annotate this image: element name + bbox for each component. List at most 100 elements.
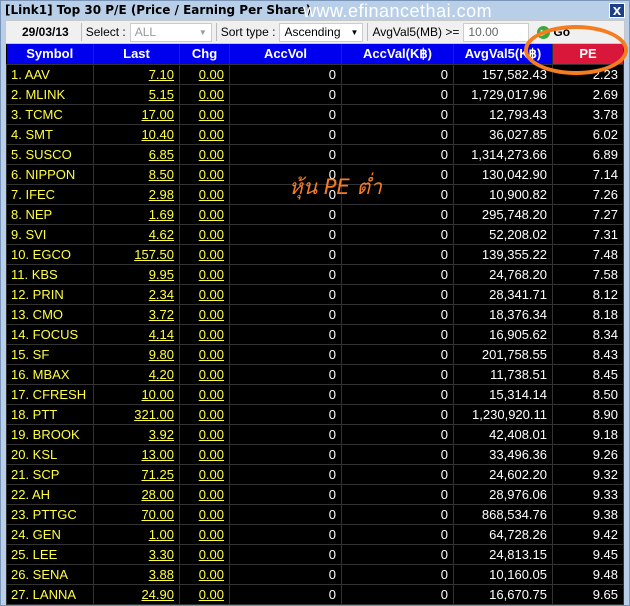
cell-chg[interactable]: 0.00 (179, 443, 230, 465)
table-row[interactable]: 11. KBS 9.95 0.00 0 0 24,768.20 7.58 (6, 263, 624, 285)
last-link[interactable]: 13.00 (141, 447, 174, 462)
last-link[interactable]: 71.25 (141, 467, 174, 482)
table-row[interactable]: 17. CFRESH 10.00 0.00 0 0 15,314.14 8.50 (6, 383, 624, 405)
cell-last[interactable]: 2.98 (93, 183, 180, 205)
cell-chg[interactable]: 0.00 (179, 363, 230, 385)
chg-link[interactable]: 0.00 (199, 547, 224, 562)
chg-link[interactable]: 0.00 (199, 507, 224, 522)
chg-link[interactable]: 0.00 (199, 147, 224, 162)
last-link[interactable]: 3.88 (149, 567, 174, 582)
cell-last[interactable]: 157.50 (93, 243, 180, 265)
last-link[interactable]: 10.00 (141, 387, 174, 402)
cell-last[interactable]: 4.20 (93, 363, 180, 385)
cell-chg[interactable]: 0.00 (179, 143, 230, 165)
cell-chg[interactable]: 0.00 (179, 123, 230, 145)
table-row[interactable]: 15. SF 9.80 0.00 0 0 201,758.55 8.43 (6, 343, 624, 365)
last-link[interactable]: 9.80 (149, 347, 174, 362)
cell-last[interactable]: 9.80 (93, 343, 180, 365)
last-link[interactable]: 5.15 (149, 87, 174, 102)
cell-chg[interactable]: 0.00 (179, 503, 230, 525)
chg-link[interactable]: 0.00 (199, 527, 224, 542)
last-link[interactable]: 321.00 (134, 407, 174, 422)
last-link[interactable]: 157.50 (134, 247, 174, 262)
chg-link[interactable]: 0.00 (199, 187, 224, 202)
table-row[interactable]: 2. MLINK 5.15 0.00 0 0 1,729,017.96 2.69 (6, 83, 624, 105)
chg-link[interactable]: 0.00 (199, 467, 224, 482)
cell-last[interactable]: 9.95 (93, 263, 180, 285)
cell-chg[interactable]: 0.00 (179, 63, 230, 85)
table-row[interactable]: 23. PTTGC 70.00 0.00 0 0 868,534.76 9.38 (6, 503, 624, 525)
cell-chg[interactable]: 0.00 (179, 423, 230, 445)
table-row[interactable]: 4. SMT 10.40 0.00 0 0 36,027.85 6.02 (6, 123, 624, 145)
cell-last[interactable]: 1.00 (93, 523, 180, 545)
cell-last[interactable]: 17.00 (93, 103, 180, 125)
chg-link[interactable]: 0.00 (199, 227, 224, 242)
col-accval[interactable]: AccVal(K฿) (341, 44, 454, 64)
cell-chg[interactable]: 0.00 (179, 263, 230, 285)
cell-last[interactable]: 10.00 (93, 383, 180, 405)
table-row[interactable]: 24. GEN 1.00 0.00 0 0 64,728.26 9.42 (6, 523, 624, 545)
table-row[interactable]: 22. AH 28.00 0.00 0 0 28,976.06 9.33 (6, 483, 624, 505)
chg-link[interactable]: 0.00 (199, 207, 224, 222)
avgval-input[interactable]: 10.00 (463, 22, 530, 42)
chg-link[interactable]: 0.00 (199, 427, 224, 442)
cell-last[interactable]: 4.14 (93, 323, 180, 345)
cell-chg[interactable]: 0.00 (179, 323, 230, 345)
col-symbol[interactable]: Symbol (6, 44, 94, 64)
col-chg[interactable]: Chg (179, 44, 230, 64)
close-button[interactable]: X (609, 3, 625, 18)
last-link[interactable]: 1.69 (149, 207, 174, 222)
chg-link[interactable]: 0.00 (199, 127, 224, 142)
table-row[interactable]: 1. AAV 7.10 0.00 0 0 157,582.43 2.23 (6, 63, 624, 85)
table-row[interactable]: 19. BROOK 3.92 0.00 0 0 42,408.01 9.18 (6, 423, 624, 445)
col-accvol[interactable]: AccVol (229, 44, 342, 64)
chg-link[interactable]: 0.00 (199, 567, 224, 582)
chg-link[interactable]: 0.00 (199, 67, 224, 82)
cell-chg[interactable]: 0.00 (179, 243, 230, 265)
last-link[interactable]: 9.95 (149, 267, 174, 282)
cell-chg[interactable]: 0.00 (179, 163, 230, 185)
cell-last[interactable]: 1.69 (93, 203, 180, 225)
chg-link[interactable]: 0.00 (199, 387, 224, 402)
cell-last[interactable]: 7.10 (93, 63, 180, 85)
chg-link[interactable]: 0.00 (199, 327, 224, 342)
cell-last[interactable]: 3.30 (93, 543, 180, 565)
last-link[interactable]: 4.14 (149, 327, 174, 342)
last-link[interactable]: 10.40 (141, 127, 174, 142)
cell-last[interactable]: 4.62 (93, 223, 180, 245)
table-row[interactable]: 13. CMO 3.72 0.00 0 0 18,376.34 8.18 (6, 303, 624, 325)
table-row[interactable]: 16. MBAX 4.20 0.00 0 0 11,738.51 8.45 (6, 363, 624, 385)
last-link[interactable]: 24.90 (141, 587, 174, 602)
cell-last[interactable]: 28.00 (93, 483, 180, 505)
table-row[interactable]: 26. SENA 3.88 0.00 0 0 10,160.05 9.48 (6, 563, 624, 585)
sort-type-dropdown[interactable]: Ascending ▼ (279, 22, 364, 42)
cell-last[interactable]: 10.40 (93, 123, 180, 145)
table-row[interactable]: 14. FOCUS 4.14 0.00 0 0 16,905.62 8.34 (6, 323, 624, 345)
cell-last[interactable]: 8.50 (93, 163, 180, 185)
cell-last[interactable]: 5.15 (93, 83, 180, 105)
cell-last[interactable]: 70.00 (93, 503, 180, 525)
chg-link[interactable]: 0.00 (199, 267, 224, 282)
cell-last[interactable]: 2.34 (93, 283, 180, 305)
select-dropdown[interactable]: ALL ▼ (129, 22, 212, 42)
chg-link[interactable]: 0.00 (199, 447, 224, 462)
table-row[interactable]: 21. SCP 71.25 0.00 0 0 24,602.20 9.32 (6, 463, 624, 485)
last-link[interactable]: 3.30 (149, 547, 174, 562)
cell-chg[interactable]: 0.00 (179, 563, 230, 585)
table-row[interactable]: 9. SVI 4.62 0.00 0 0 52,208.02 7.31 (6, 223, 624, 245)
table-row[interactable]: 10. EGCO 157.50 0.00 0 0 139,355.22 7.48 (6, 243, 624, 265)
chg-link[interactable]: 0.00 (199, 247, 224, 262)
last-link[interactable]: 3.92 (149, 427, 174, 442)
cell-last[interactable]: 3.92 (93, 423, 180, 445)
chg-link[interactable]: 0.00 (199, 167, 224, 182)
cell-chg[interactable]: 0.00 (179, 583, 230, 605)
chg-link[interactable]: 0.00 (199, 347, 224, 362)
col-last[interactable]: Last (93, 44, 180, 64)
cell-last[interactable]: 13.00 (93, 443, 180, 465)
last-link[interactable]: 70.00 (141, 507, 174, 522)
chg-link[interactable]: 0.00 (199, 487, 224, 502)
table-row[interactable]: 27. LANNA 24.90 0.00 0 0 16,670.75 9.65 (6, 583, 624, 605)
chg-link[interactable]: 0.00 (199, 307, 224, 322)
cell-chg[interactable]: 0.00 (179, 383, 230, 405)
chg-link[interactable]: 0.00 (199, 587, 224, 602)
